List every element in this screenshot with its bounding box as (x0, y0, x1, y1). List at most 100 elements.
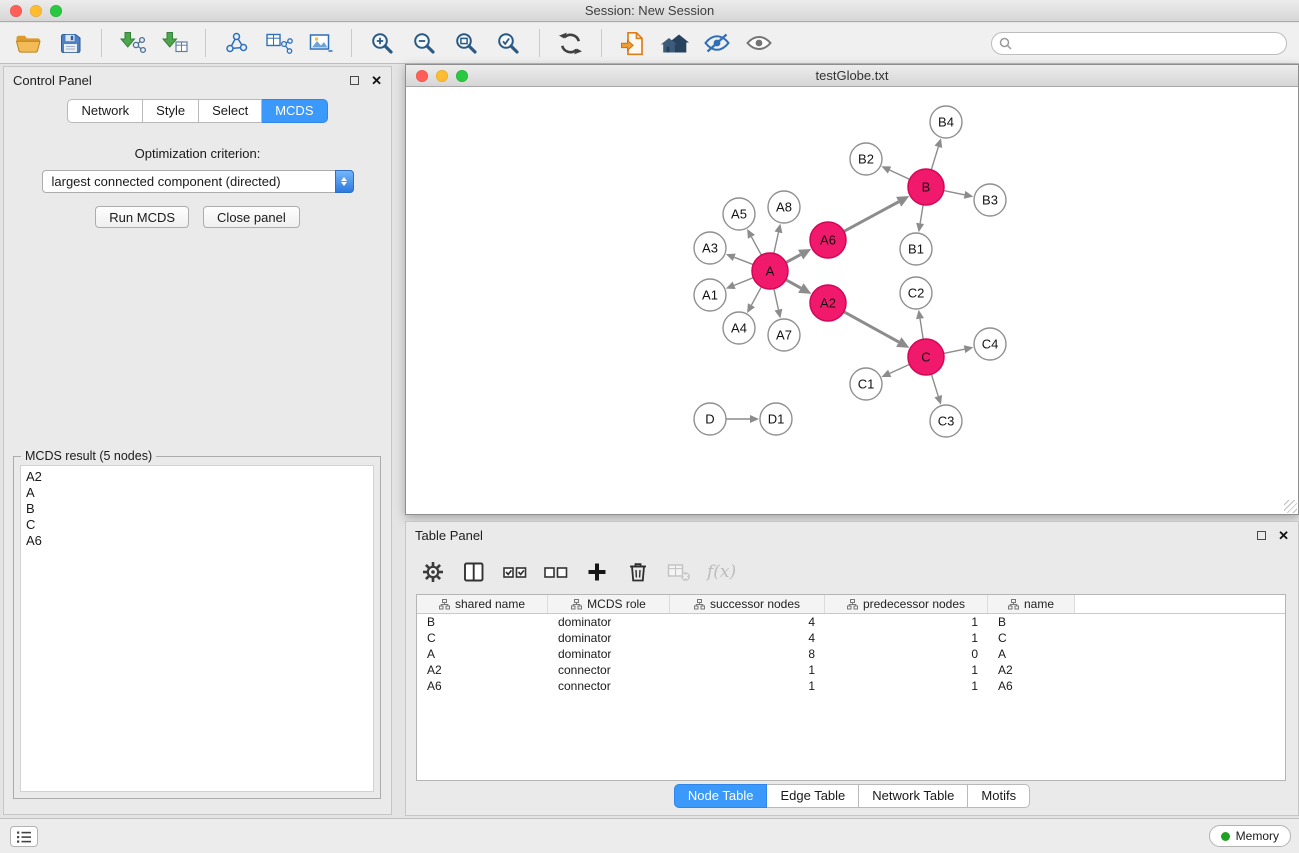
graph-node-A3[interactable]: A3 (694, 232, 726, 264)
show-columns-icon[interactable] (461, 559, 487, 585)
graph-node-A5[interactable]: A5 (723, 198, 755, 230)
graph-node-B3[interactable]: B3 (974, 184, 1006, 216)
close-panel-button[interactable]: Close panel (203, 206, 300, 228)
mcds-result-item[interactable]: B (26, 501, 368, 517)
tab-mcds[interactable]: MCDS (262, 99, 327, 123)
graph-node-B[interactable]: B (908, 169, 944, 205)
export-image-icon[interactable] (304, 27, 337, 59)
task-history-button[interactable] (10, 826, 38, 847)
memory-button[interactable]: Memory (1209, 825, 1291, 847)
graph-node-A2[interactable]: A2 (810, 285, 846, 321)
table-row[interactable]: A6connector11A6 (417, 678, 1285, 694)
column-header-successor-nodes[interactable]: successor nodes (670, 595, 825, 613)
network-minimize-icon[interactable] (436, 70, 448, 82)
table-row[interactable]: Cdominator41C (417, 630, 1285, 646)
graph-node-A6[interactable]: A6 (810, 222, 846, 258)
resize-grip-icon[interactable] (1284, 500, 1297, 513)
show-graphics-details-icon[interactable] (700, 27, 733, 59)
zoom-fit-icon[interactable] (450, 27, 483, 59)
graph-node-A8[interactable]: A8 (768, 191, 800, 223)
edge-A-A4[interactable] (751, 287, 761, 305)
edge-A2-C[interactable] (844, 312, 899, 342)
preview-icon[interactable] (742, 27, 775, 59)
graph-node-A7[interactable]: A7 (768, 319, 800, 351)
tab-network-table[interactable]: Network Table (859, 784, 968, 808)
graph-node-A1[interactable]: A1 (694, 279, 726, 311)
edge-A6-B[interactable] (844, 202, 899, 232)
edge-A-A1[interactable] (734, 278, 753, 286)
edge-A-A8[interactable] (774, 232, 779, 253)
table-float-panel-icon[interactable] (1257, 531, 1266, 540)
minimize-window-icon[interactable] (30, 5, 42, 17)
refresh-icon[interactable] (554, 27, 587, 59)
control-panel-close-icon[interactable]: ✕ (371, 74, 382, 87)
tab-network[interactable]: Network (67, 99, 143, 123)
delete-rows-icon[interactable] (625, 559, 651, 585)
network-canvas[interactable]: B4B2BB3A5A8A6B1A3AC2A1A2A4A7C4CC1C3DD1 (406, 88, 1298, 514)
edge-C-C3[interactable] (931, 374, 938, 396)
open-session-icon[interactable] (12, 27, 45, 59)
edge-A-A5[interactable] (751, 237, 761, 255)
graph-node-B4[interactable]: B4 (930, 106, 962, 138)
float-panel-icon[interactable] (350, 76, 359, 85)
zoom-selected-icon[interactable] (492, 27, 525, 59)
close-window-icon[interactable] (10, 5, 22, 17)
new-network-from-table-icon[interactable] (262, 27, 295, 59)
graph-node-C2[interactable]: C2 (900, 277, 932, 309)
graph-node-C4[interactable]: C4 (974, 328, 1006, 360)
mcds-result-item[interactable]: A6 (26, 533, 368, 549)
column-header-predecessor-nodes[interactable]: predecessor nodes (825, 595, 988, 613)
import-table-from-file-icon[interactable] (158, 27, 191, 59)
search-box[interactable] (991, 32, 1287, 55)
column-header-shared-name[interactable]: shared name (417, 595, 548, 613)
optimization-criterion-select[interactable]: largest connected component (directed) (42, 170, 354, 193)
table-row[interactable]: Adominator80A (417, 646, 1285, 662)
graph-node-B2[interactable]: B2 (850, 143, 882, 175)
graph-node-C1[interactable]: C1 (850, 368, 882, 400)
graph-node-C3[interactable]: C3 (930, 405, 962, 437)
graph-node-C[interactable]: C (908, 339, 944, 375)
deselect-all-rows-icon[interactable] (543, 559, 569, 585)
zoom-in-icon[interactable] (366, 27, 399, 59)
run-mcds-button[interactable]: Run MCDS (95, 206, 189, 228)
import-network-from-file-icon[interactable] (116, 27, 149, 59)
network-graph[interactable]: B4B2BB3A5A8A6B1A3AC2A1A2A4A7C4CC1C3DD1 (406, 88, 1298, 514)
save-session-icon[interactable] (54, 27, 87, 59)
graph-node-B1[interactable]: B1 (900, 233, 932, 265)
zoom-out-icon[interactable] (408, 27, 441, 59)
edge-A-A2[interactable] (786, 280, 801, 288)
network-maximize-icon[interactable] (456, 70, 468, 82)
edge-B-B4[interactable] (931, 147, 938, 170)
graph-node-A4[interactable]: A4 (723, 312, 755, 344)
graph-node-D[interactable]: D (694, 403, 726, 435)
select-all-rows-icon[interactable] (502, 559, 528, 585)
tab-motifs[interactable]: Motifs (968, 784, 1030, 808)
edge-C-C2[interactable] (920, 319, 923, 340)
edge-A-A6[interactable] (786, 255, 801, 263)
tab-select[interactable]: Select (199, 99, 262, 123)
table-row[interactable]: A2connector11A2 (417, 662, 1285, 678)
add-row-icon[interactable] (584, 559, 610, 585)
home-icon[interactable] (658, 27, 691, 59)
edge-B-B2[interactable] (890, 170, 910, 179)
open-recent-file-icon[interactable] (616, 27, 649, 59)
column-header-name[interactable]: name (988, 595, 1075, 613)
search-input[interactable] (1016, 36, 1279, 51)
maximize-window-icon[interactable] (50, 5, 62, 17)
edge-A-A7[interactable] (774, 289, 779, 310)
tab-edge-table[interactable]: Edge Table (767, 784, 859, 808)
edge-C-C1[interactable] (890, 364, 910, 373)
mcds-result-item[interactable]: A (26, 485, 368, 501)
edge-C-C4[interactable] (944, 349, 965, 353)
edge-A-A3[interactable] (734, 257, 753, 264)
tab-node-table[interactable]: Node Table (674, 784, 768, 808)
column-header-mcds-role[interactable]: MCDS role (548, 595, 670, 613)
mcds-result-item[interactable]: A2 (26, 469, 368, 485)
edge-B-B3[interactable] (944, 191, 965, 195)
tab-style[interactable]: Style (143, 99, 199, 123)
table-row[interactable]: Bdominator41B (417, 614, 1285, 630)
network-close-icon[interactable] (416, 70, 428, 82)
edge-B-B1[interactable] (920, 205, 923, 224)
mcds-result-item[interactable]: C (26, 517, 368, 533)
graph-node-A[interactable]: A (752, 253, 788, 289)
